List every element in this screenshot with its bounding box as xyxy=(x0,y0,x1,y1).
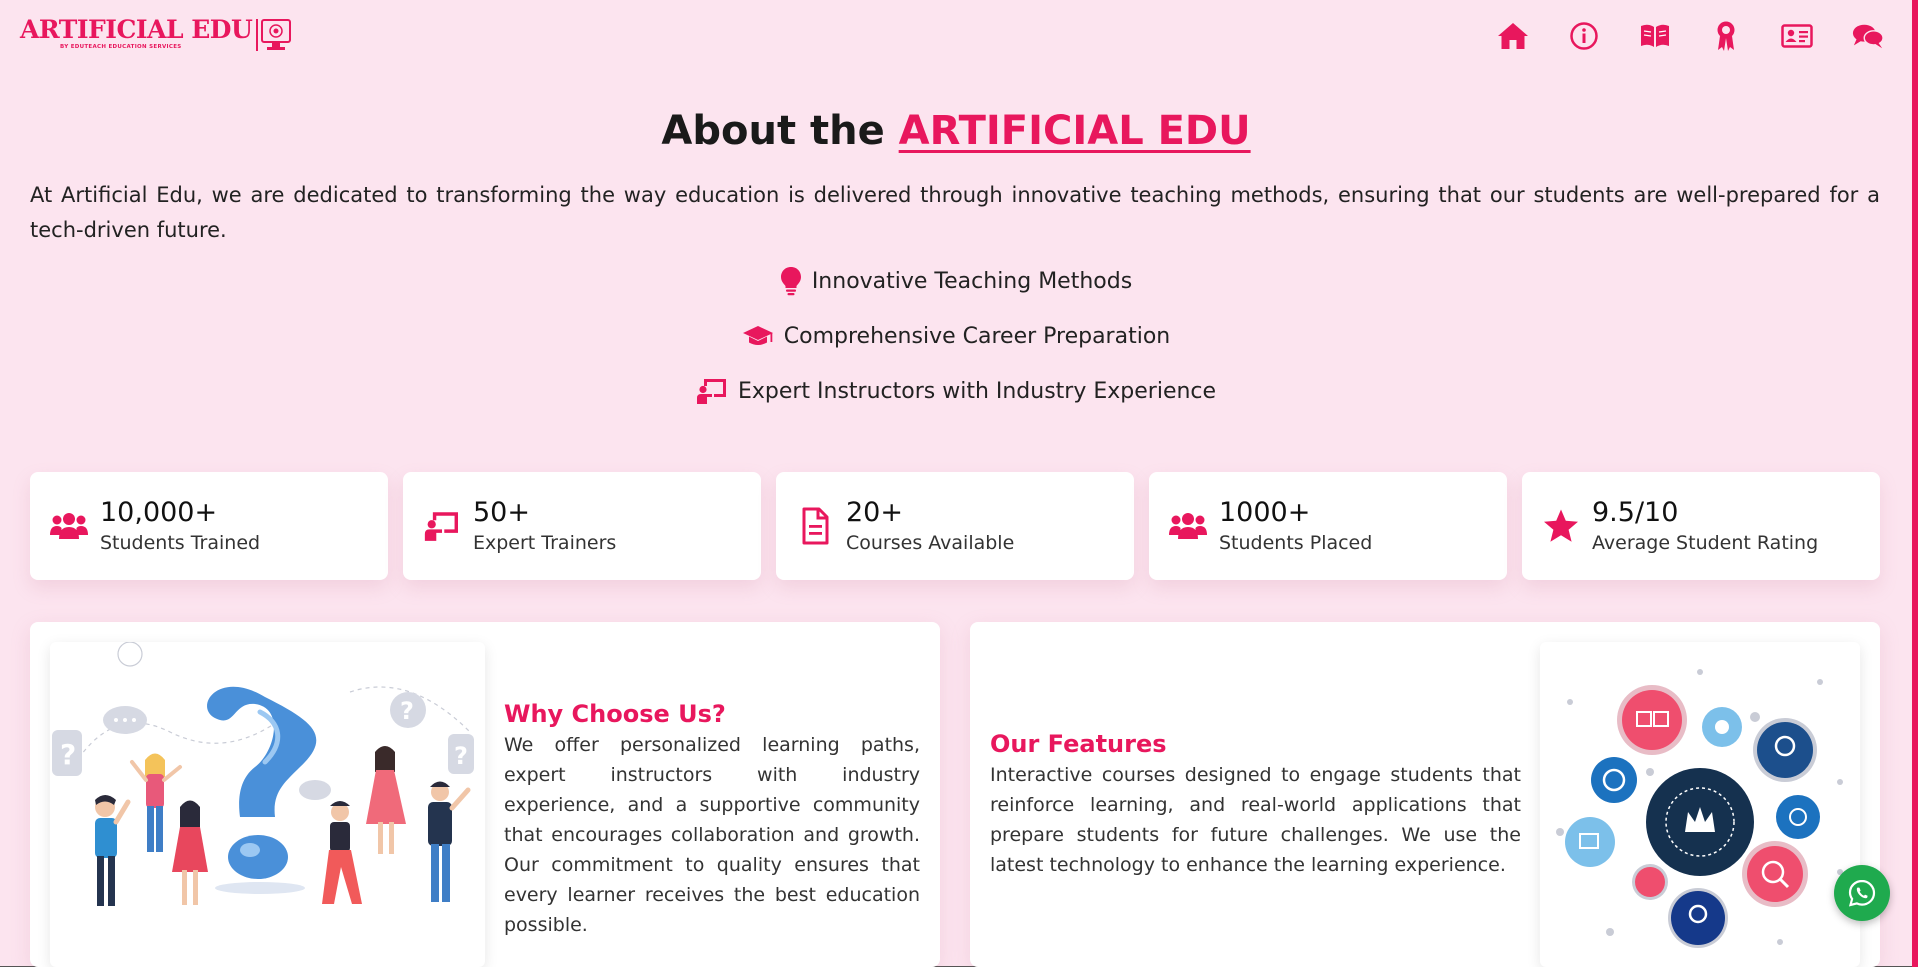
highlight-item: Expert Instructors with Industry Experie… xyxy=(696,376,1216,406)
why-text: We offer personalized learning paths, ex… xyxy=(504,734,920,936)
features-card: Our Features Interactive courses designe… xyxy=(970,622,1880,967)
stats-row: 10,000+ Students Trained 50+ Expert Trai… xyxy=(30,472,1880,580)
why-choose-us-card: ? ? ? Why Choose Us? We offer personaliz… xyxy=(30,622,940,967)
why-title: Why Choose Us? xyxy=(504,700,726,728)
stat-label: Expert Trainers xyxy=(473,532,617,554)
svg-text:?: ? xyxy=(60,738,76,771)
chat-icon xyxy=(1852,24,1884,49)
whatsapp-icon xyxy=(1848,879,1876,907)
main-nav xyxy=(1497,20,1884,52)
site-header: ARTIFICIAL EDU BY EDUTEACH EDUCATION SER… xyxy=(0,0,1912,76)
about-heading: About the ARTIFICIAL EDU xyxy=(0,108,1912,154)
info-icon xyxy=(1570,22,1598,50)
stat-value: 20+ xyxy=(846,497,903,528)
brand-name: ARTIFICIAL EDU xyxy=(20,15,253,44)
stat-label: Students Placed xyxy=(1219,532,1373,554)
contact-card-icon xyxy=(1781,24,1813,48)
stat-text: 10,000+ Students Trained xyxy=(100,496,260,556)
svg-text:?: ? xyxy=(400,697,414,725)
svg-text:?: ? xyxy=(454,742,468,770)
nav-certifications[interactable] xyxy=(1710,20,1742,52)
brand-logo[interactable]: ARTIFICIAL EDU BY EDUTEACH EDUCATION SER… xyxy=(20,16,293,55)
stat-card: 1000+ Students Placed xyxy=(1149,472,1507,580)
highlight-label: Innovative Teaching Methods xyxy=(811,268,1133,294)
why-illustration: ? ? ? xyxy=(50,642,485,967)
whatsapp-button[interactable] xyxy=(1834,865,1890,921)
features-text: Interactive courses designed to engage s… xyxy=(990,764,1521,876)
page-accent-bar xyxy=(1912,0,1918,967)
stat-label: Courses Available xyxy=(846,532,1015,554)
stat-value: 10,000+ xyxy=(100,497,218,528)
home-icon xyxy=(1498,23,1528,49)
about-heading-brand[interactable]: ARTIFICIAL EDU xyxy=(899,108,1251,154)
star-icon xyxy=(1544,509,1578,542)
stat-card: 50+ Expert Trainers xyxy=(403,472,761,580)
nav-about[interactable] xyxy=(1568,20,1600,52)
nav-chat[interactable] xyxy=(1852,20,1884,52)
nav-home[interactable] xyxy=(1497,20,1529,52)
highlight-item: Comprehensive Career Preparation xyxy=(742,321,1170,351)
nav-courses[interactable] xyxy=(1639,20,1671,52)
stat-card: 20+ Courses Available xyxy=(776,472,1134,580)
stat-label: Average Student Rating xyxy=(1592,532,1819,554)
stat-icon-wrap xyxy=(1540,508,1582,544)
nav-contact[interactable] xyxy=(1781,20,1813,52)
about-heading-prefix: About the xyxy=(661,108,885,154)
monitor-logo-icon xyxy=(256,19,292,51)
stat-text: 20+ Courses Available xyxy=(846,496,1014,556)
highlight-label: Comprehensive Career Preparation xyxy=(783,323,1171,349)
users-icon xyxy=(50,513,88,539)
features-bubble-illustration xyxy=(1556,669,1843,948)
stat-text: 50+ Expert Trainers xyxy=(473,496,616,556)
stat-card: 10,000+ Students Trained xyxy=(30,472,388,580)
stat-value: 1000+ xyxy=(1219,497,1311,528)
users-icon xyxy=(1169,513,1207,539)
about-highlights: Innovative Teaching Methods Comprehensiv… xyxy=(0,266,1912,406)
highlight-label: Expert Instructors with Industry Experie… xyxy=(737,378,1217,404)
stat-text: 1000+ Students Placed xyxy=(1219,496,1372,556)
graduation-cap-icon xyxy=(742,326,773,345)
stat-icon-wrap xyxy=(1167,511,1209,541)
features-title: Our Features xyxy=(990,730,1167,758)
question-people-illustration: ? ? ? xyxy=(52,642,474,906)
stat-icon-wrap xyxy=(48,511,90,541)
features-illustration xyxy=(1540,642,1860,967)
stat-icon-wrap xyxy=(421,510,463,542)
stat-value: 50+ xyxy=(473,497,530,528)
teacher-board-icon xyxy=(424,512,458,541)
stat-icon-wrap xyxy=(794,507,836,545)
award-icon xyxy=(1717,21,1735,51)
document-icon xyxy=(802,507,829,545)
lightbulb-icon xyxy=(780,267,801,296)
book-icon xyxy=(1641,24,1669,47)
highlight-item: Innovative Teaching Methods xyxy=(780,266,1132,296)
brand-wordmark: ARTIFICIAL EDU BY EDUTEACH EDUCATION SER… xyxy=(20,15,253,51)
stat-value: 9.5/10 xyxy=(1592,497,1679,528)
brand-tagline: BY EDUTEACH EDUCATION SERVICES xyxy=(60,44,182,50)
stat-text: 9.5/10 Average Student Rating xyxy=(1592,496,1818,556)
stat-card: 9.5/10 Average Student Rating xyxy=(1522,472,1880,580)
teacher-board-icon xyxy=(696,379,726,404)
stat-label: Students Trained xyxy=(100,532,261,554)
about-description: At Artificial Edu, we are dedicated to t… xyxy=(30,183,1880,242)
